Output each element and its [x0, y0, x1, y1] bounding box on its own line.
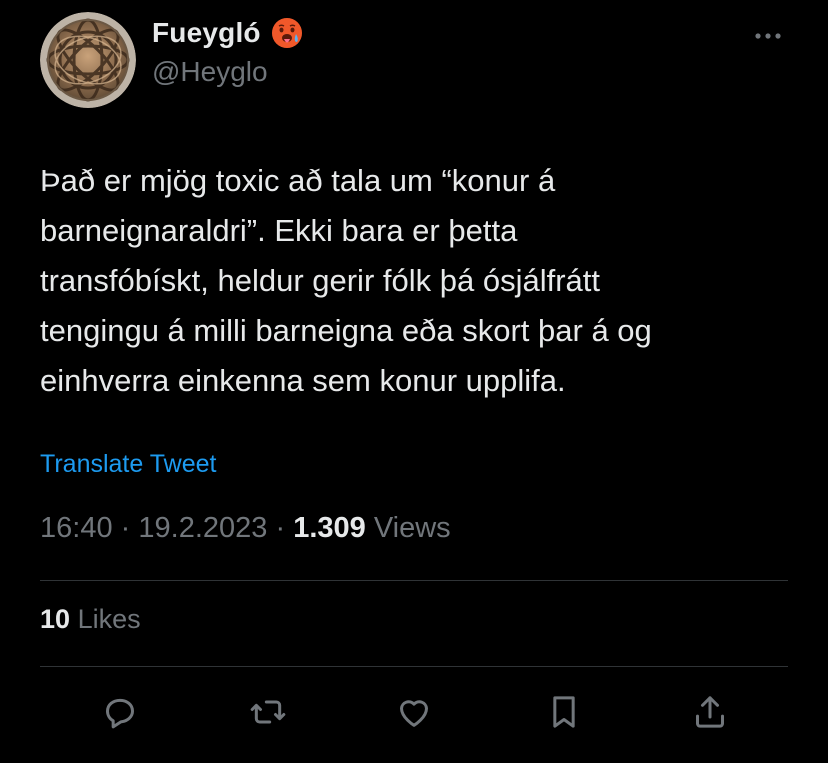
- reply-button[interactable]: [98, 690, 142, 734]
- likes-link[interactable]: 10 Likes: [40, 604, 141, 635]
- meta-separator: ·: [275, 512, 286, 544]
- tweet-text: Það er mjög toxic að tala um “konur á ba…: [40, 163, 652, 398]
- more-dots-icon: [755, 33, 781, 39]
- display-name[interactable]: Fueygló: [152, 17, 261, 49]
- retweet-button[interactable]: [246, 690, 290, 734]
- divider: [40, 580, 788, 581]
- reply-icon: [106, 698, 134, 729]
- divider: [40, 666, 788, 667]
- more-options-button[interactable]: [748, 20, 788, 52]
- meta-separator: ·: [120, 512, 131, 544]
- heart-icon: [400, 700, 428, 727]
- share-button[interactable]: [688, 690, 732, 734]
- views-count: 1.309: [293, 512, 366, 544]
- likes-label: Likes: [77, 604, 141, 634]
- hot-face-emoji-icon: [269, 15, 305, 51]
- bookmark-button[interactable]: [542, 690, 586, 734]
- avatar[interactable]: [40, 12, 136, 108]
- handle[interactable]: @Heyglo: [152, 56, 268, 88]
- bookmark-icon: [553, 696, 575, 728]
- display-name-row: Fueygló: [152, 12, 305, 54]
- tweet-date[interactable]: 19.2.2023: [138, 512, 267, 544]
- share-icon: [696, 696, 724, 728]
- tweet-time[interactable]: 16:40: [40, 512, 113, 544]
- retweet-icon: [250, 700, 286, 724]
- translate-tweet-link[interactable]: Translate Tweet: [40, 450, 216, 479]
- action-bar: [98, 690, 738, 734]
- tweet-meta: 16:40 · 19.2.2023 · 1.309 Views: [40, 512, 451, 545]
- woven-sphere-avatar-icon: [40, 12, 136, 108]
- views-label: Views: [373, 512, 451, 544]
- likes-count: 10: [40, 604, 71, 634]
- like-button[interactable]: [392, 690, 436, 734]
